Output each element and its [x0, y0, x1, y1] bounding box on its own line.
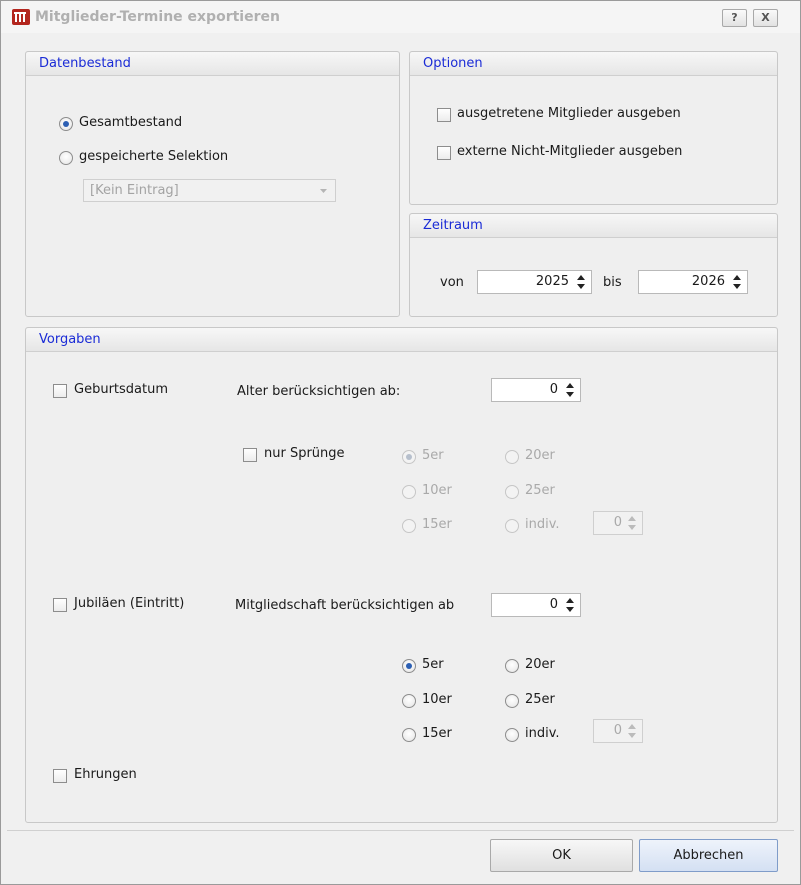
help-button[interactable]: ? — [722, 9, 747, 27]
ok-button[interactable]: OK — [490, 839, 633, 872]
spin-arrows-icon[interactable] — [627, 723, 637, 739]
label-externe: externe Nicht-Mitglieder ausgeben — [457, 144, 683, 159]
label-jub-indiv: indiv. — [525, 726, 560, 741]
radio-jub-15er[interactable] — [402, 728, 416, 742]
radio-jub-5er[interactable] — [402, 659, 416, 673]
mitgliedschaft-value: 0 — [549, 597, 558, 612]
radio-geb-25er[interactable] — [505, 485, 519, 499]
selektion-combo-value: [Kein Eintrag] — [90, 183, 179, 198]
label-jub-15er: 15er — [422, 726, 452, 741]
label-jubilaeen: Jubiläen (Eintritt) — [74, 596, 185, 611]
checkbox-jubilaeen[interactable] — [53, 598, 67, 612]
bis-year-spinner[interactable]: 2026 — [638, 270, 748, 294]
spin-arrows-icon[interactable] — [576, 274, 586, 290]
group-title-datenbestand: Datenbestand — [39, 56, 131, 71]
geb-indiv-value: 0 — [613, 515, 622, 530]
spin-arrows-icon[interactable] — [565, 597, 575, 613]
label-geburtsdatum: Geburtsdatum — [74, 382, 168, 397]
radio-geb-15er[interactable] — [402, 519, 416, 533]
close-button[interactable]: X — [753, 9, 778, 27]
alter-value: 0 — [549, 382, 558, 397]
spin-arrows-icon[interactable] — [565, 382, 575, 398]
label-von: von — [440, 275, 464, 290]
label-geb-20er: 20er — [525, 448, 555, 463]
label-geb-5er: 5er — [422, 448, 444, 463]
group-vorgaben: Vorgaben Geburtsdatum Alter berücksichti… — [25, 327, 778, 823]
mitgliedschaft-spinner[interactable]: 0 — [491, 593, 581, 617]
checkbox-externe[interactable] — [437, 146, 451, 160]
radio-jub-indiv[interactable] — [505, 728, 519, 742]
von-year-value: 2025 — [535, 274, 569, 289]
label-alter: Alter berücksichtigen ab: — [237, 384, 401, 399]
label-gespeicherte-selektion: gespeicherte Selektion — [79, 149, 229, 164]
spin-arrows-icon[interactable] — [627, 515, 637, 531]
alter-spinner[interactable]: 0 — [491, 378, 581, 402]
label-jub-20er: 20er — [525, 657, 555, 672]
label-geb-25er: 25er — [525, 483, 555, 498]
checkbox-ausgetretene[interactable] — [437, 108, 451, 122]
window-title: Mitglieder-Termine exportieren — [35, 9, 280, 25]
group-optionen: Optionen ausgetretene Mitglieder ausgebe… — [409, 51, 778, 205]
dialog-window: Mitglieder-Termine exportieren ? X Daten… — [0, 0, 801, 885]
radio-geb-5er[interactable] — [402, 450, 416, 464]
group-title-vorgaben: Vorgaben — [39, 332, 101, 347]
footer-divider — [7, 830, 794, 831]
label-geb-15er: 15er — [422, 517, 452, 532]
label-jub-25er: 25er — [525, 692, 555, 707]
chevron-down-icon — [320, 189, 327, 193]
von-year-spinner[interactable]: 2025 — [477, 270, 592, 294]
title-bar: Mitglieder-Termine exportieren ? X — [1, 1, 800, 33]
spin-arrows-icon[interactable] — [732, 274, 742, 290]
label-jub-10er: 10er — [422, 692, 452, 707]
group-datenbestand: Datenbestand Gesamtbestand gespeicherte … — [25, 51, 400, 317]
label-geb-indiv: indiv. — [525, 517, 560, 532]
checkbox-ehrungen[interactable] — [53, 769, 67, 783]
jub-indiv-spinner[interactable]: 0 — [593, 719, 643, 743]
label-gesamtbestand: Gesamtbestand — [79, 115, 183, 130]
jub-indiv-value: 0 — [613, 723, 622, 738]
radio-jub-20er[interactable] — [505, 659, 519, 673]
label-bis: bis — [603, 275, 622, 290]
label-ausgetretene: ausgetretene Mitglieder ausgeben — [457, 106, 681, 121]
checkbox-geburtsdatum[interactable] — [53, 384, 67, 398]
label-nur-spruenge: nur Sprünge — [264, 446, 345, 461]
checkbox-nur-spruenge[interactable] — [243, 448, 257, 462]
app-logo-icon — [12, 9, 30, 25]
radio-jub-25er[interactable] — [505, 694, 519, 708]
radio-gesamtbestand[interactable] — [59, 117, 73, 131]
radio-gespeicherte-selektion[interactable] — [59, 151, 73, 165]
group-title-optionen: Optionen — [423, 56, 483, 71]
radio-geb-10er[interactable] — [402, 485, 416, 499]
label-mitgliedschaft: Mitgliedschaft berücksichtigen ab — [235, 598, 455, 613]
group-title-zeitraum: Zeitraum — [423, 218, 483, 233]
bis-year-value: 2026 — [691, 274, 725, 289]
selektion-combo[interactable]: [Kein Eintrag] — [83, 179, 336, 202]
radio-jub-10er[interactable] — [402, 694, 416, 708]
label-jub-5er: 5er — [422, 657, 444, 672]
label-ehrungen: Ehrungen — [74, 767, 137, 782]
radio-geb-20er[interactable] — [505, 450, 519, 464]
cancel-button[interactable]: Abbrechen — [639, 839, 778, 872]
radio-geb-indiv[interactable] — [505, 519, 519, 533]
group-zeitraum: Zeitraum von 2025 bis 2026 — [409, 213, 778, 317]
geb-indiv-spinner[interactable]: 0 — [593, 511, 643, 535]
label-geb-10er: 10er — [422, 483, 452, 498]
